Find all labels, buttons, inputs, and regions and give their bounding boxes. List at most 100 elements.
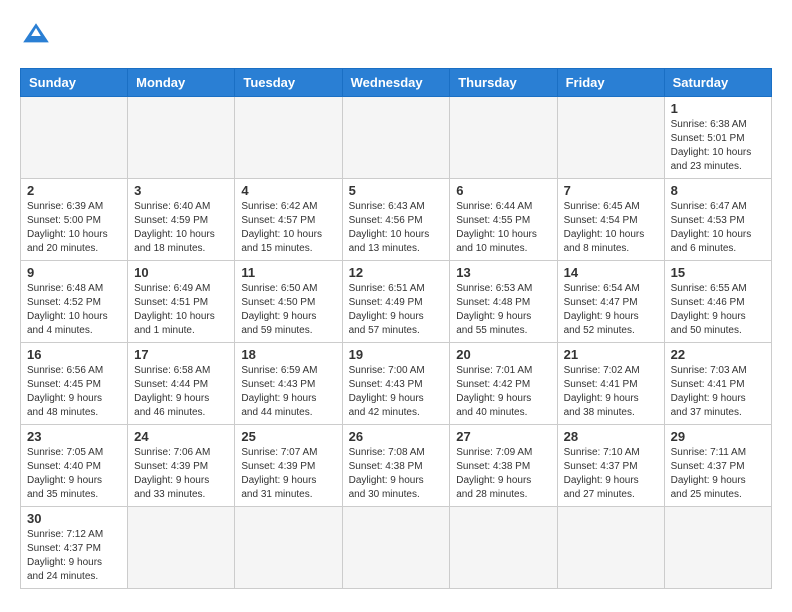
day-number: 5 (349, 183, 444, 198)
calendar-cell: 20Sunrise: 7:01 AM Sunset: 4:42 PM Dayli… (450, 343, 557, 425)
day-info: Sunrise: 6:38 AM Sunset: 5:01 PM Dayligh… (671, 118, 765, 174)
day-info: Sunrise: 6:50 AM Sunset: 4:50 PM Dayligh… (241, 282, 335, 338)
day-number: 23 (27, 429, 121, 444)
day-info: Sunrise: 6:42 AM Sunset: 4:57 PM Dayligh… (241, 200, 335, 256)
calendar-cell: 19 Sunrise: 7:00 AM Sunset: 4:43 PM Dayli… (342, 343, 450, 425)
calendar-cell: 28Sunrise: 7:10 AM Sunset: 4:37 PM Dayli… (557, 425, 664, 507)
day-info: Sunrise: 7:01 AM Sunset: 4:42 PM Dayligh… (456, 364, 550, 420)
day-number: 14 (564, 265, 658, 280)
day-info: Sunrise: 7:07 AM Sunset: 4:39 PM Dayligh… (241, 446, 335, 502)
calendar-cell: 18 Sunrise: 6:59 AM Sunset: 4:43 PM Dayli… (235, 343, 342, 425)
day-number: 6 (456, 183, 550, 198)
day-info: Sunrise: 7:09 AM Sunset: 4:38 PM Dayligh… (456, 446, 550, 502)
calendar-cell: 30 Sunrise: 7:12 AM Sunset: 4:37 PM Dayli… (21, 507, 128, 589)
day-number: 17 (134, 347, 228, 362)
day-number: 29 (671, 429, 765, 444)
calendar-cell: 16Sunrise: 6:56 AM Sunset: 4:45 PM Dayli… (21, 343, 128, 425)
day-number: 12 (349, 265, 444, 280)
week-row: 30 Sunrise: 7:12 AM Sunset: 4:37 PM Dayli… (21, 507, 772, 589)
calendar-cell: 26 Sunrise: 7:08 AM Sunset: 4:38 PM Dayli… (342, 425, 450, 507)
day-number: 1 (671, 101, 765, 116)
day-info: Sunrise: 6:47 AM Sunset: 4:53 PM Dayligh… (671, 200, 765, 256)
calendar-cell: 4 Sunrise: 6:42 AM Sunset: 4:57 PM Daylig… (235, 179, 342, 261)
calendar-cell (557, 507, 664, 589)
calendar-cell: 15Sunrise: 6:55 AM Sunset: 4:46 PM Dayli… (664, 261, 771, 343)
day-info: Sunrise: 6:48 AM Sunset: 4:52 PM Dayligh… (27, 282, 121, 338)
calendar-cell (21, 97, 128, 179)
day-number: 4 (241, 183, 335, 198)
calendar-cell: 6Sunrise: 6:44 AM Sunset: 4:55 PM Daylig… (450, 179, 557, 261)
day-info: Sunrise: 7:05 AM Sunset: 4:40 PM Dayligh… (27, 446, 121, 502)
day-header-monday: Monday (128, 69, 235, 97)
calendar-cell: 8Sunrise: 6:47 AM Sunset: 4:53 PM Daylig… (664, 179, 771, 261)
calendar-cell: 24 Sunrise: 7:06 AM Sunset: 4:39 PM Dayli… (128, 425, 235, 507)
calendar-cell: 5 Sunrise: 6:43 AM Sunset: 4:56 PM Daylig… (342, 179, 450, 261)
day-info: Sunrise: 7:03 AM Sunset: 4:41 PM Dayligh… (671, 364, 765, 420)
calendar-cell: 21Sunrise: 7:02 AM Sunset: 4:41 PM Dayli… (557, 343, 664, 425)
day-info: Sunrise: 6:59 AM Sunset: 4:43 PM Dayligh… (241, 364, 335, 420)
week-row: 23 Sunrise: 7:05 AM Sunset: 4:40 PM Dayli… (21, 425, 772, 507)
calendar-cell (664, 507, 771, 589)
day-header-tuesday: Tuesday (235, 69, 342, 97)
calendar-table: SundayMondayTuesdayWednesdayThursdayFrid… (20, 68, 772, 589)
calendar-cell (235, 97, 342, 179)
day-info: Sunrise: 6:49 AM Sunset: 4:51 PM Dayligh… (134, 282, 228, 338)
page-header (20, 20, 772, 52)
calendar-cell: 25 Sunrise: 7:07 AM Sunset: 4:39 PM Dayli… (235, 425, 342, 507)
calendar-cell: 23 Sunrise: 7:05 AM Sunset: 4:40 PM Dayli… (21, 425, 128, 507)
calendar-cell: 7Sunrise: 6:45 AM Sunset: 4:54 PM Daylig… (557, 179, 664, 261)
calendar-cell (128, 507, 235, 589)
day-number: 10 (134, 265, 228, 280)
day-number: 13 (456, 265, 550, 280)
day-info: Sunrise: 6:56 AM Sunset: 4:45 PM Dayligh… (27, 364, 121, 420)
calendar-cell: 13 Sunrise: 6:53 AM Sunset: 4:48 PM Dayli… (450, 261, 557, 343)
day-info: Sunrise: 6:54 AM Sunset: 4:47 PM Dayligh… (564, 282, 658, 338)
day-number: 24 (134, 429, 228, 444)
week-row: 1 Sunrise: 6:38 AM Sunset: 5:01 PM Daylig… (21, 97, 772, 179)
calendar-header: SundayMondayTuesdayWednesdayThursdayFrid… (21, 69, 772, 97)
day-number: 25 (241, 429, 335, 444)
day-info: Sunrise: 6:45 AM Sunset: 4:54 PM Dayligh… (564, 200, 658, 256)
day-info: Sunrise: 7:12 AM Sunset: 4:37 PM Dayligh… (27, 528, 121, 584)
calendar-body: 1 Sunrise: 6:38 AM Sunset: 5:01 PM Daylig… (21, 97, 772, 589)
week-row: 2Sunrise: 6:39 AM Sunset: 5:00 PM Daylig… (21, 179, 772, 261)
calendar-cell: 17 Sunrise: 6:58 AM Sunset: 4:44 PM Dayli… (128, 343, 235, 425)
day-info: Sunrise: 6:43 AM Sunset: 4:56 PM Dayligh… (349, 200, 444, 256)
logo-area (20, 20, 60, 52)
calendar-cell: 2Sunrise: 6:39 AM Sunset: 5:00 PM Daylig… (21, 179, 128, 261)
week-row: 9 Sunrise: 6:48 AM Sunset: 4:52 PM Daylig… (21, 261, 772, 343)
day-number: 26 (349, 429, 444, 444)
day-info: Sunrise: 6:51 AM Sunset: 4:49 PM Dayligh… (349, 282, 444, 338)
day-number: 9 (27, 265, 121, 280)
day-info: Sunrise: 6:53 AM Sunset: 4:48 PM Dayligh… (456, 282, 550, 338)
calendar-cell (557, 97, 664, 179)
calendar-cell: 3 Sunrise: 6:40 AM Sunset: 4:59 PM Daylig… (128, 179, 235, 261)
week-row: 16Sunrise: 6:56 AM Sunset: 4:45 PM Dayli… (21, 343, 772, 425)
calendar-cell (342, 507, 450, 589)
day-number: 19 (349, 347, 444, 362)
day-number: 2 (27, 183, 121, 198)
day-number: 11 (241, 265, 335, 280)
calendar-cell: 29Sunrise: 7:11 AM Sunset: 4:37 PM Dayli… (664, 425, 771, 507)
day-number: 30 (27, 511, 121, 526)
header-row: SundayMondayTuesdayWednesdayThursdayFrid… (21, 69, 772, 97)
calendar-cell (450, 507, 557, 589)
day-header-friday: Friday (557, 69, 664, 97)
calendar-cell: 1 Sunrise: 6:38 AM Sunset: 5:01 PM Daylig… (664, 97, 771, 179)
day-info: Sunrise: 7:06 AM Sunset: 4:39 PM Dayligh… (134, 446, 228, 502)
calendar-cell: 12 Sunrise: 6:51 AM Sunset: 4:49 PM Dayli… (342, 261, 450, 343)
calendar-cell (235, 507, 342, 589)
day-info: Sunrise: 6:40 AM Sunset: 4:59 PM Dayligh… (134, 200, 228, 256)
logo-icon (20, 20, 52, 52)
day-info: Sunrise: 6:55 AM Sunset: 4:46 PM Dayligh… (671, 282, 765, 338)
day-number: 3 (134, 183, 228, 198)
day-info: Sunrise: 7:08 AM Sunset: 4:38 PM Dayligh… (349, 446, 444, 502)
day-info: Sunrise: 6:58 AM Sunset: 4:44 PM Dayligh… (134, 364, 228, 420)
day-header-thursday: Thursday (450, 69, 557, 97)
calendar-cell: 10 Sunrise: 6:49 AM Sunset: 4:51 PM Dayli… (128, 261, 235, 343)
day-info: Sunrise: 7:00 AM Sunset: 4:43 PM Dayligh… (349, 364, 444, 420)
calendar-cell (342, 97, 450, 179)
day-info: Sunrise: 7:02 AM Sunset: 4:41 PM Dayligh… (564, 364, 658, 420)
calendar-cell (128, 97, 235, 179)
day-number: 18 (241, 347, 335, 362)
